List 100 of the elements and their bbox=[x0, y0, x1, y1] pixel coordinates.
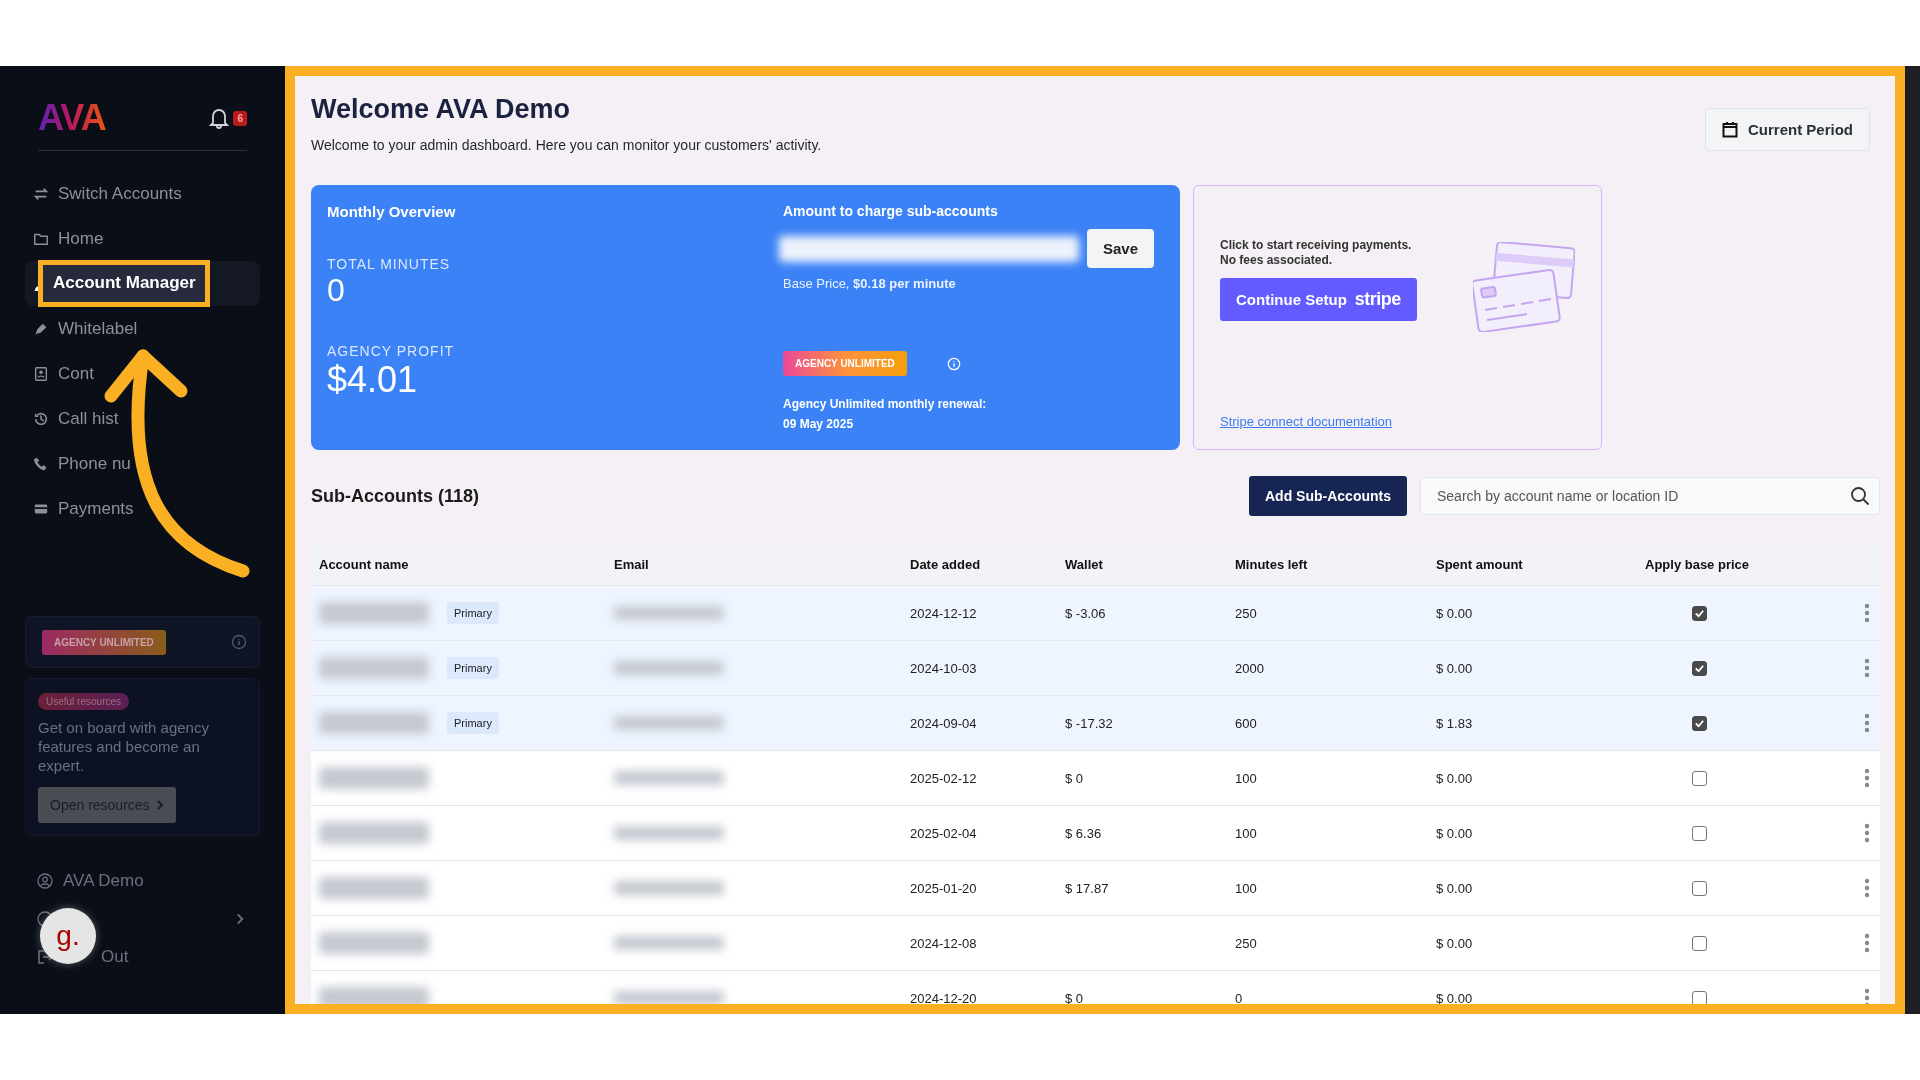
table-cell-text: $ 0.00 bbox=[1435, 880, 1474, 896]
nav-item[interactable]: Account Manager bbox=[25, 261, 260, 306]
stripe-text: No fees associated. bbox=[1220, 253, 1334, 268]
checkbox[interactable] bbox=[1692, 770, 1707, 786]
table-cell-text: 600 bbox=[1234, 715, 1258, 731]
renewal-date: 09 May 2025 bbox=[783, 416, 855, 433]
arrows-icon bbox=[33, 185, 49, 202]
table-row[interactable]: Primary 2024-12-12 $ -3.06 250 $ 0.00 bbox=[311, 586, 1880, 641]
table-cell-text: $ -3.06 bbox=[1064, 605, 1107, 621]
nav-item[interactable]: Call hist bbox=[25, 396, 260, 441]
table-cell-text: $ 0.00 bbox=[1435, 935, 1474, 951]
nav-item[interactable]: Switch Accounts bbox=[25, 171, 260, 216]
history-icon bbox=[33, 410, 49, 427]
plan-badge: AGENCY UNLIMITED bbox=[42, 629, 166, 655]
column-header: Apply base price bbox=[1644, 557, 1751, 572]
search-field[interactable]: Search by account name or location ID bbox=[1420, 477, 1880, 515]
nav-item[interactable]: Home bbox=[25, 216, 260, 261]
primary-tag: Primary bbox=[447, 657, 499, 679]
column-header: Wallet bbox=[1064, 557, 1104, 572]
checkbox[interactable] bbox=[1692, 605, 1707, 621]
checkbox[interactable] bbox=[1692, 825, 1707, 841]
table-cell-text: $ 0.00 bbox=[1435, 990, 1474, 1004]
renewal-label: Agency Unlimited monthly renewal: bbox=[783, 396, 988, 413]
chevron-icon bbox=[155, 799, 164, 811]
table-cell-text: $ 0 bbox=[1064, 770, 1085, 786]
logout-label[interactable]: Out bbox=[101, 947, 129, 967]
table-cell-text: $ 0.00 bbox=[1435, 770, 1474, 786]
table-cell-text: 2024-10-03 bbox=[909, 660, 978, 676]
table-cell-text: 250 bbox=[1234, 605, 1258, 621]
column-header: Email bbox=[613, 557, 650, 572]
avatar-badge: g. bbox=[40, 908, 96, 964]
table-cell-text: 0 bbox=[1234, 990, 1244, 1004]
user-name[interactable]: AVA Demo bbox=[63, 871, 144, 891]
base-price-text: Base Price, $0.18 per minute bbox=[783, 276, 957, 291]
continue-setup-button[interactable]: Continue Setup stripe bbox=[1220, 278, 1417, 321]
stat-value: 0 bbox=[327, 272, 346, 309]
table-cell-text: 2025-01-20 bbox=[909, 880, 978, 896]
logout-icon[interactable] bbox=[37, 949, 53, 965]
info-icon[interactable] bbox=[231, 634, 247, 650]
primary-tag: Primary bbox=[447, 712, 499, 734]
table-cell-text: $ 17.87 bbox=[1064, 880, 1110, 896]
resources-tag: Useful resources bbox=[38, 693, 130, 710]
table-cell-text: 2024-09-04 bbox=[909, 715, 978, 731]
table-row[interactable]: 2025-01-20 $ 17.87 100 $ 0.00 bbox=[311, 861, 1880, 916]
search-icon[interactable] bbox=[1850, 486, 1870, 506]
contact-card-icon bbox=[33, 365, 49, 382]
table-cell-text: $ 0.00 bbox=[1435, 825, 1474, 841]
table-cell-text: $ 1.83 bbox=[1435, 715, 1474, 731]
nav-item[interactable]: Payments bbox=[25, 486, 260, 531]
table-cell-text: 2024-12-12 bbox=[909, 605, 978, 621]
current-period-button[interactable]: Current Period bbox=[1705, 108, 1870, 151]
table-cell-text: 2000 bbox=[1234, 660, 1265, 676]
table-row[interactable]: 2025-02-04 $ 6.36 100 $ 0.00 bbox=[311, 806, 1880, 861]
nav-item[interactable]: Cont bbox=[25, 351, 260, 396]
section-title: Sub-Accounts (118) bbox=[311, 485, 480, 507]
calendar-icon bbox=[1722, 121, 1738, 138]
column-header: Date added bbox=[909, 557, 982, 572]
add-sub-accounts-button[interactable]: Add Sub-Accounts bbox=[1249, 476, 1407, 516]
phone-icon bbox=[33, 455, 49, 472]
table-row[interactable]: Primary 2024-09-04 $ -17.32 600 $ 1.83 bbox=[311, 696, 1880, 751]
amount-field[interactable] bbox=[779, 235, 1079, 262]
table-row[interactable]: Primary 2024-10-03 2000 $ 0.00 bbox=[311, 641, 1880, 696]
table-cell-text: 2024-12-08 bbox=[909, 935, 978, 951]
table-cell-text: $ 6.36 bbox=[1064, 825, 1103, 841]
column-header: Account name bbox=[318, 557, 410, 572]
checkbox[interactable] bbox=[1692, 715, 1707, 731]
table-cell-text: 2025-02-04 bbox=[909, 825, 978, 841]
save-button[interactable]: Save bbox=[1087, 229, 1155, 268]
nav-item[interactable]: Phone nu bbox=[25, 441, 260, 486]
table-cell-text: 100 bbox=[1234, 770, 1258, 786]
table-cell-text: $ -17.32 bbox=[1064, 715, 1114, 731]
card-title: Monthly Overview bbox=[327, 203, 457, 220]
checkbox[interactable] bbox=[1692, 880, 1707, 896]
checkmark-icon bbox=[1694, 607, 1705, 619]
table-cell-text: $ 0.00 bbox=[1435, 660, 1474, 676]
primary-tag: Primary bbox=[447, 602, 499, 624]
resources-text: Get on board with agency features and become an expert. bbox=[38, 718, 210, 775]
table-cell-text: 2024-12-20 bbox=[909, 990, 978, 1004]
checkbox[interactable] bbox=[1692, 935, 1707, 951]
page-subtitle: Welcome to your admin dashboard. Here you can monitor your customers' activity. bbox=[311, 137, 822, 153]
checkmark-icon bbox=[1694, 717, 1705, 729]
stat-label: TOTAL MINUTES bbox=[327, 256, 452, 272]
table-row[interactable]: 2025-02-12 $ 0 100 $ 0.00 bbox=[311, 751, 1880, 806]
scrollbar[interactable] bbox=[1905, 66, 1920, 1014]
column-header: Spent amount bbox=[1435, 557, 1524, 572]
checkbox[interactable] bbox=[1692, 990, 1707, 1004]
table-cell-text: 100 bbox=[1234, 825, 1258, 841]
table-cell-text: 250 bbox=[1234, 935, 1258, 951]
bell-icon[interactable] bbox=[209, 107, 230, 129]
checkbox[interactable] bbox=[1692, 660, 1707, 676]
documentation-link[interactable]: Stripe connect documentation bbox=[1220, 414, 1392, 429]
checkmark-icon bbox=[1694, 662, 1705, 674]
table-cell-text: $ 0.00 bbox=[1435, 605, 1474, 621]
column-header: Minutes left bbox=[1234, 557, 1309, 572]
nav-item[interactable]: Whitelabel bbox=[25, 306, 260, 351]
table-row[interactable]: 2024-12-08 250 $ 0.00 bbox=[311, 916, 1880, 971]
plan-badge: AGENCY UNLIMITED bbox=[783, 351, 907, 376]
stat-value: $4.01 bbox=[327, 359, 419, 401]
notification-count: 6 bbox=[233, 110, 247, 126]
table-cell-text: 2025-02-12 bbox=[909, 770, 978, 786]
